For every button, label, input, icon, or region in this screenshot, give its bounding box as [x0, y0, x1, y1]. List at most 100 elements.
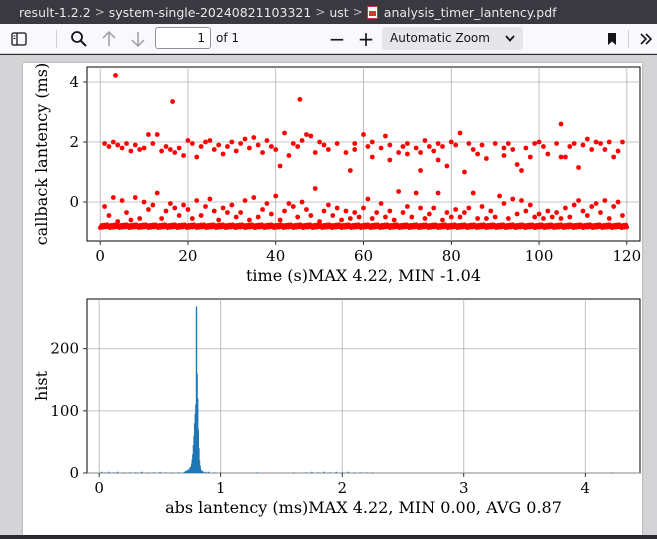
y-tick-label: 100 [50, 402, 79, 420]
pdf-toolbar: − + [0, 24, 657, 54]
scatter-point [277, 217, 283, 223]
histogram-bar [359, 472, 362, 474]
scatter-point [286, 201, 292, 206]
scatter-point [264, 138, 270, 143]
scatter-point [352, 147, 358, 152]
histogram-bar [122, 472, 125, 474]
scatter-point [317, 219, 323, 224]
histogram-bar [256, 472, 258, 474]
scatter-point [435, 190, 441, 196]
histogram-grid [87, 299, 640, 474]
sidebar-toggle-icon[interactable] [8, 27, 30, 51]
scatter-point [567, 144, 573, 149]
scatter-point [137, 147, 143, 152]
scatter-point [290, 141, 296, 146]
scatter-point [580, 142, 586, 148]
scatter-point [115, 142, 121, 148]
breadcrumb-item-system[interactable]: system-single-20240821103321 [109, 5, 312, 20]
scatter-point [462, 169, 467, 175]
scatter-point [418, 150, 423, 155]
scatter-point [194, 198, 200, 203]
scatter-point [475, 216, 481, 221]
scatter-point [308, 213, 314, 218]
scatter-point [558, 121, 564, 127]
scatter-point [448, 214, 454, 220]
histogram-bar [116, 471, 119, 473]
histogram-bar [293, 472, 295, 474]
arrow-down-icon[interactable] [127, 27, 149, 51]
scatter-point [282, 208, 287, 214]
breadcrumb-separator: > [94, 5, 105, 19]
scatter-point [409, 214, 415, 220]
scatter-point [426, 144, 432, 149]
scatter-point [242, 198, 248, 203]
y-tick-label: 0 [69, 193, 79, 211]
scatter-xlabel: time (s)MAX 4.22, MIN -1.04 [246, 266, 481, 285]
scatter-point [453, 207, 459, 212]
breadcrumb-item-result[interactable]: result-1.2.2 [19, 5, 91, 20]
scatter-point [128, 148, 134, 154]
scatter-point [229, 202, 235, 208]
scatter-point [246, 145, 252, 151]
zoom-select[interactable]: Automatic Zoom [382, 27, 523, 50]
scatter-point [268, 211, 274, 217]
page-number-input[interactable]: 1 [155, 27, 211, 49]
scatter-point [124, 141, 129, 146]
scatter-point [251, 135, 257, 140]
breadcrumb-item-file[interactable]: analysis_timer_lantency.pdf [384, 5, 557, 20]
scatter-point [282, 130, 287, 136]
scatter-point [299, 138, 305, 143]
search-icon[interactable] [67, 27, 91, 51]
scatter-point [505, 141, 511, 146]
scatter-point [562, 205, 568, 211]
scatter-point [435, 141, 441, 146]
scatter-point [325, 202, 331, 208]
scatter-point [119, 198, 125, 203]
scatter-point [321, 208, 327, 214]
scatter-point [203, 204, 208, 209]
histogram-bar [201, 471, 204, 473]
zoom-in-button[interactable]: + [355, 27, 377, 51]
scatter-point [475, 151, 481, 157]
scatter-point [483, 216, 489, 221]
scatter-point [343, 150, 349, 155]
scatter-point [325, 147, 331, 152]
scatter-point [426, 211, 432, 217]
scatter-point [225, 144, 230, 149]
pdf-viewer[interactable]: 0 20 40 60 80 100 120 0 2 4 time (s)MAX 4.22, MIN… [0, 55, 657, 535]
arrow-up-icon[interactable] [98, 27, 120, 51]
breadcrumb-separator: > [352, 5, 363, 19]
scatter-point [444, 163, 450, 169]
scatter-point [251, 195, 257, 200]
bookmark-icon[interactable] [602, 27, 622, 51]
histogram-bar [171, 472, 173, 474]
histogram-bar [183, 471, 186, 473]
histogram-bar [200, 470, 203, 473]
scatter-point [378, 201, 384, 206]
breadcrumb-item-ust[interactable]: ust [329, 5, 348, 20]
scatter-point [378, 145, 384, 151]
scatter-point [567, 214, 573, 220]
scatter-point [264, 201, 270, 206]
scatter-point [505, 216, 511, 221]
scatter-point [185, 207, 191, 212]
x-tick-label: 80 [442, 247, 461, 265]
scatter-point [365, 196, 371, 202]
y-tick-label: 0 [69, 464, 79, 482]
scatter-point [198, 144, 204, 149]
scatter-point [150, 141, 156, 146]
scatter-point [295, 214, 301, 220]
zoom-out-button[interactable]: − [326, 27, 348, 51]
scatter-point [593, 139, 599, 145]
histogram-bar [113, 472, 115, 474]
scatter-point [150, 202, 156, 208]
scatter-point [549, 214, 555, 220]
scatter-point [216, 142, 222, 148]
scatter-point [606, 216, 612, 221]
scatter-point [492, 141, 498, 146]
scatter-point [413, 190, 419, 196]
x-tick-label: 0 [95, 247, 105, 265]
scatter-point [154, 132, 160, 137]
scatter-point [457, 130, 463, 136]
double-chevron-right-icon[interactable] [637, 27, 655, 51]
